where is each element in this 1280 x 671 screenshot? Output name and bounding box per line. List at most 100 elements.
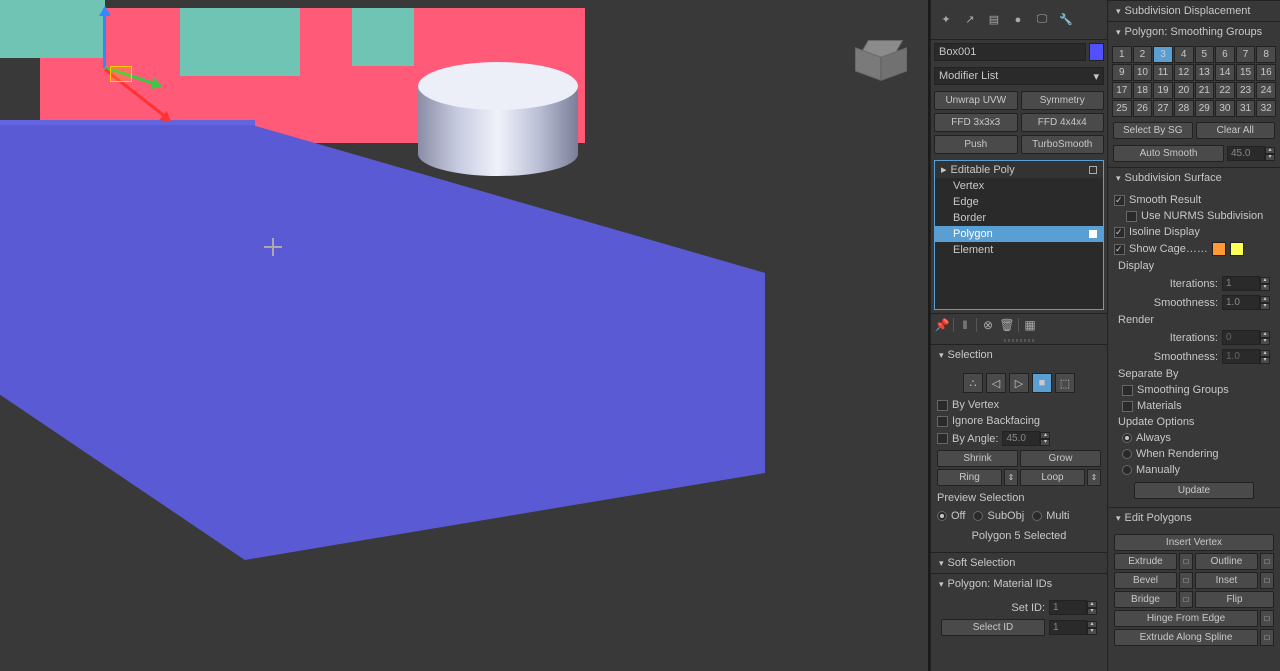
sg-cell-19[interactable]: 19	[1153, 82, 1173, 99]
object-color-swatch[interactable]	[1089, 43, 1104, 61]
subdivision-surface-header[interactable]: Subdivision Surface	[1108, 168, 1280, 188]
loop-button[interactable]: Loop	[1020, 469, 1085, 486]
outline-settings-icon[interactable]: □	[1260, 553, 1274, 570]
modifier-stack[interactable]: ▸Editable Poly Vertex Edge Border Polygo…	[934, 160, 1104, 310]
edge-subobj-icon[interactable]: ◁	[986, 373, 1006, 393]
grow-button[interactable]: Grow	[1020, 450, 1101, 467]
sg-cell-30[interactable]: 30	[1215, 100, 1235, 117]
outline-button[interactable]: Outline	[1195, 553, 1258, 570]
select-id-input[interactable]	[1049, 620, 1087, 635]
isoline-display-checkbox[interactable]	[1114, 227, 1125, 238]
stack-vertex[interactable]: Vertex	[935, 178, 1103, 194]
show-end-result-icon[interactable]: ‖	[957, 317, 973, 333]
sg-cell-26[interactable]: 26	[1133, 100, 1153, 117]
sg-cell-5[interactable]: 5	[1195, 46, 1215, 63]
subdivision-displacement-header[interactable]: Subdivision Displacement	[1108, 1, 1280, 21]
ring-spinner[interactable]: ⇕	[1004, 469, 1018, 486]
preview-off-radio[interactable]	[937, 511, 947, 521]
stack-border[interactable]: Border	[935, 210, 1103, 226]
ffd-3x3x3-button[interactable]: FFD 3x3x3	[934, 113, 1018, 132]
sg-cell-29[interactable]: 29	[1195, 100, 1215, 117]
sg-cell-4[interactable]: 4	[1174, 46, 1194, 63]
by-angle-checkbox[interactable]	[937, 433, 948, 444]
sg-cell-7[interactable]: 7	[1236, 46, 1256, 63]
stack-element[interactable]: Element	[935, 242, 1103, 258]
symmetry-button[interactable]: Symmetry	[1021, 91, 1105, 110]
extrude-spline-settings-icon[interactable]: □	[1260, 629, 1274, 646]
sg-cell-14[interactable]: 14	[1215, 64, 1235, 81]
show-cage-checkbox[interactable]	[1114, 244, 1125, 255]
unwrap-uvw-button[interactable]: Unwrap UVW	[934, 91, 1018, 110]
stack-polygon[interactable]: Polygon	[935, 226, 1103, 242]
display-tab-icon[interactable]: 🖵	[1031, 9, 1053, 31]
sg-cell-21[interactable]: 21	[1195, 82, 1215, 99]
gizmo-plane[interactable]	[110, 66, 132, 82]
motion-tab-icon[interactable]: ●	[1007, 9, 1029, 31]
sg-cell-18[interactable]: 18	[1133, 82, 1153, 99]
insert-vertex-button[interactable]: Insert Vertex	[1114, 534, 1274, 551]
extrude-along-spline-button[interactable]: Extrude Along Spline	[1114, 629, 1258, 646]
sg-cell-1[interactable]: 1	[1112, 46, 1132, 63]
polygon-subobj-icon[interactable]: ■	[1032, 373, 1052, 393]
cage-color-2[interactable]	[1230, 242, 1244, 256]
inset-button[interactable]: Inset	[1195, 572, 1258, 589]
make-unique-icon[interactable]: ⊗	[980, 317, 996, 333]
cage-color-1[interactable]	[1212, 242, 1226, 256]
viewcube[interactable]	[853, 40, 908, 85]
by-angle-input[interactable]	[1002, 431, 1040, 446]
object-name-input[interactable]	[934, 43, 1086, 61]
extrude-button[interactable]: Extrude	[1114, 553, 1177, 570]
move-gizmo[interactable]	[85, 8, 195, 118]
sg-cell-25[interactable]: 25	[1112, 100, 1132, 117]
set-id-input[interactable]	[1049, 600, 1087, 615]
render-iterations-input[interactable]	[1222, 330, 1260, 345]
viewport[interactable]	[0, 0, 930, 671]
sep-smoothing-groups-checkbox[interactable]	[1122, 385, 1133, 396]
edit-polygons-header[interactable]: Edit Polygons	[1108, 508, 1280, 528]
sg-cell-3[interactable]: 3	[1153, 46, 1173, 63]
turbosmooth-button[interactable]: TurboSmooth	[1021, 135, 1105, 154]
sg-cell-11[interactable]: 11	[1153, 64, 1173, 81]
sg-cell-32[interactable]: 32	[1256, 100, 1276, 117]
display-smoothness-input[interactable]	[1222, 295, 1260, 310]
gizmo-z-axis[interactable]	[103, 8, 106, 68]
soft-selection-header[interactable]: Soft Selection	[931, 553, 1107, 573]
remove-modifier-icon[interactable]: 🗑	[999, 317, 1015, 333]
display-iterations-input[interactable]	[1222, 276, 1260, 291]
bevel-settings-icon[interactable]: □	[1179, 572, 1193, 589]
create-tab-icon[interactable]: ✦	[935, 9, 957, 31]
bevel-button[interactable]: Bevel	[1114, 572, 1177, 589]
sg-cell-24[interactable]: 24	[1256, 82, 1276, 99]
sg-cell-27[interactable]: 27	[1153, 100, 1173, 117]
by-vertex-checkbox[interactable]	[937, 400, 948, 411]
hinge-from-edge-button[interactable]: Hinge From Edge	[1114, 610, 1258, 627]
auto-smooth-button[interactable]: Auto Smooth	[1113, 145, 1224, 162]
sg-cell-2[interactable]: 2	[1133, 46, 1153, 63]
sep-materials-checkbox[interactable]	[1122, 401, 1133, 412]
update-when-rendering-radio[interactable]	[1122, 449, 1132, 459]
selection-rollout-header[interactable]: Selection	[931, 345, 1107, 365]
render-smoothness-input[interactable]	[1222, 349, 1260, 364]
configure-sets-icon[interactable]: ▦	[1022, 317, 1038, 333]
sg-cell-9[interactable]: 9	[1112, 64, 1132, 81]
stack-root[interactable]: ▸Editable Poly	[935, 161, 1103, 178]
vertex-subobj-icon[interactable]: ∴	[963, 373, 983, 393]
clear-all-button[interactable]: Clear All	[1196, 122, 1276, 139]
shrink-button[interactable]: Shrink	[937, 450, 1018, 467]
bridge-settings-icon[interactable]: □	[1179, 591, 1193, 608]
sg-cell-23[interactable]: 23	[1236, 82, 1256, 99]
select-id-button[interactable]: Select ID	[941, 619, 1045, 636]
auto-smooth-input[interactable]	[1227, 146, 1265, 161]
extrude-settings-icon[interactable]: □	[1179, 553, 1193, 570]
inset-settings-icon[interactable]: □	[1260, 572, 1274, 589]
sg-cell-17[interactable]: 17	[1112, 82, 1132, 99]
loop-spinner[interactable]: ⇕	[1087, 469, 1101, 486]
modifier-list-dropdown[interactable]: Modifier List	[934, 67, 1104, 85]
material-ids-header[interactable]: Polygon: Material IDs	[931, 574, 1107, 594]
sg-cell-15[interactable]: 15	[1236, 64, 1256, 81]
update-always-radio[interactable]	[1122, 433, 1132, 443]
flip-button[interactable]: Flip	[1195, 591, 1274, 608]
ignore-backfacing-checkbox[interactable]	[937, 416, 948, 427]
smoothing-groups-header[interactable]: Polygon: Smoothing Groups	[1108, 22, 1280, 42]
update-button[interactable]: Update	[1134, 482, 1254, 499]
